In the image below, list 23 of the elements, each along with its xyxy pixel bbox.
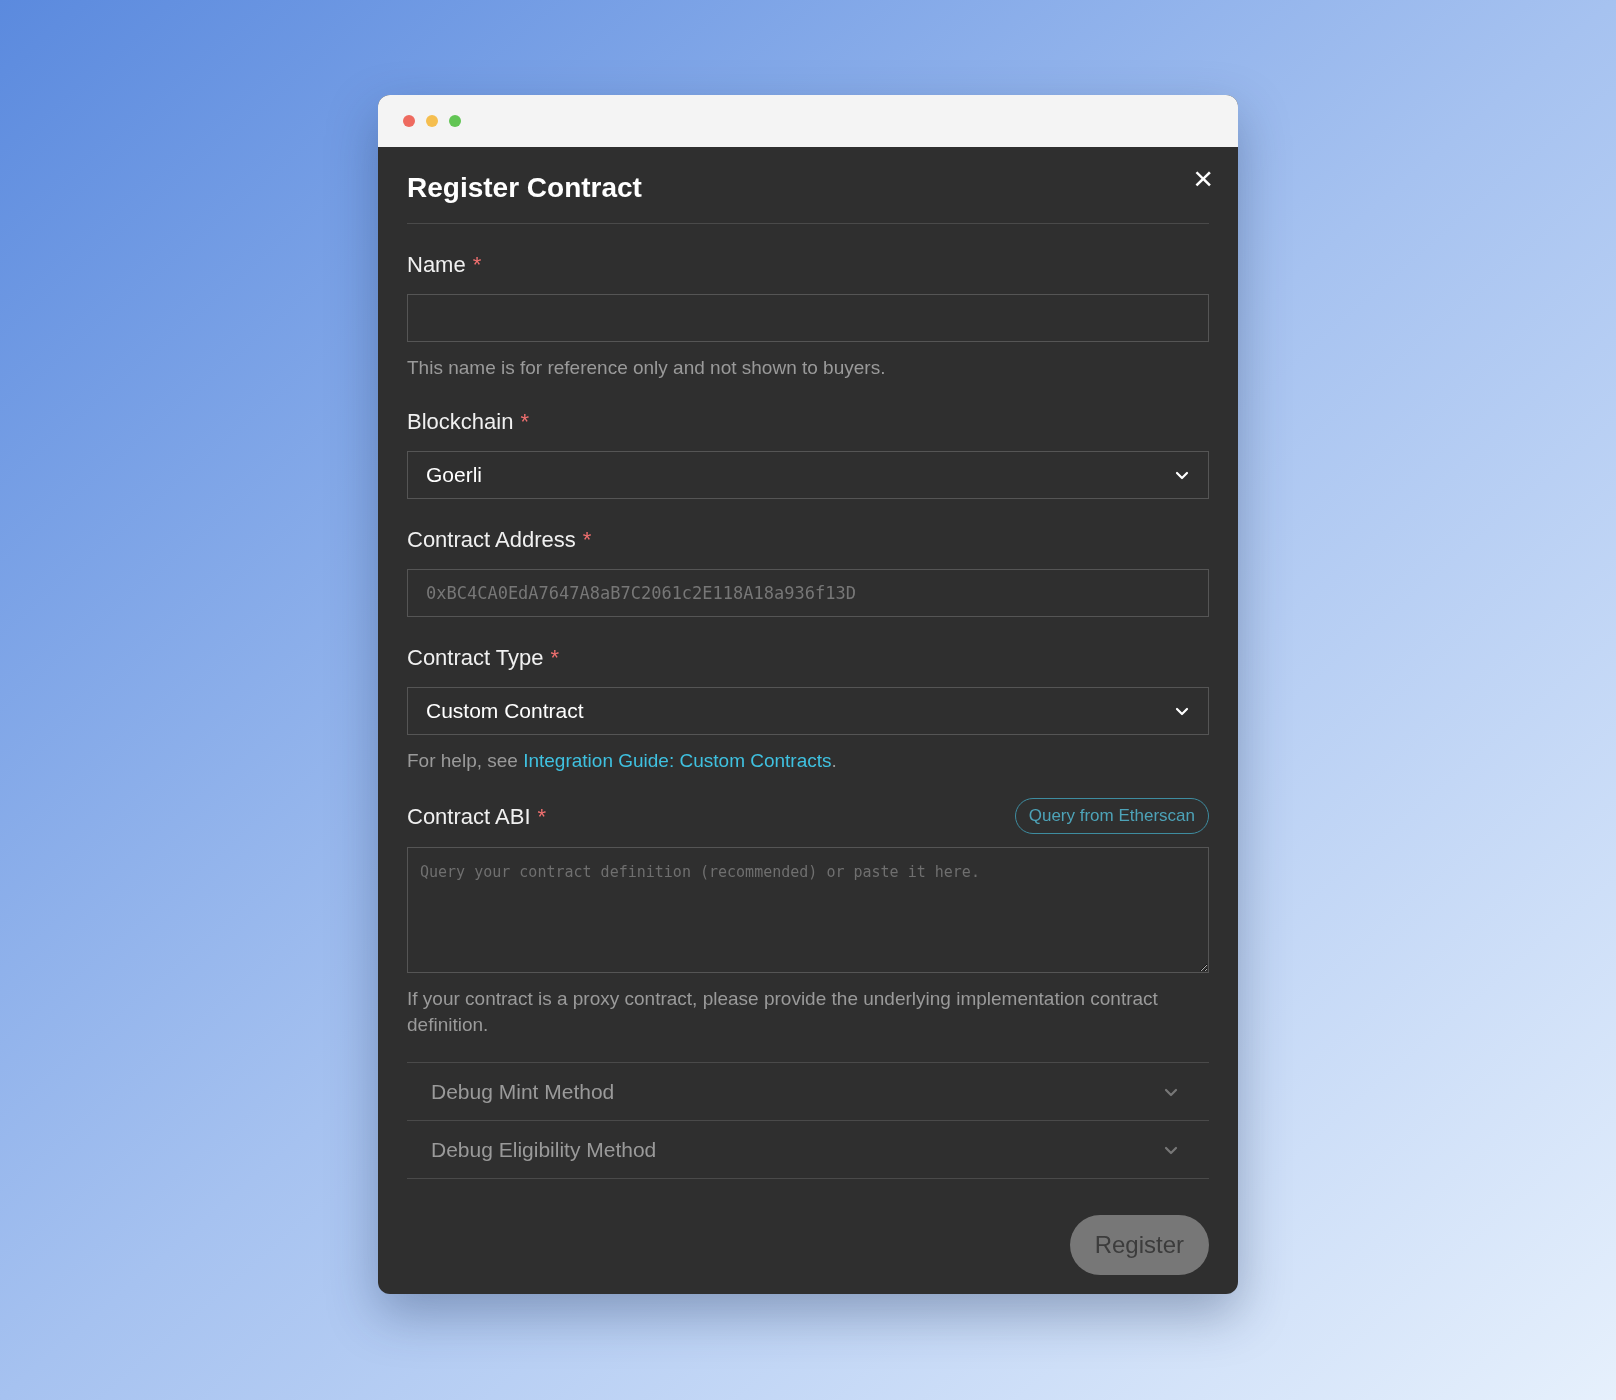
input-field[interactable]: 0xBC4CA0EdA7647A8aB7C2061c2E118A18a936f13D (407, 569, 1209, 617)
field-label: Contract Address (407, 526, 576, 554)
required-mark: * (520, 408, 529, 436)
required-mark: * (550, 644, 560, 672)
dialog-title: Register Contract (407, 171, 642, 205)
guide-link[interactable]: Integration Guide: Custom Contracts (523, 750, 832, 771)
accordion-header[interactable]: Debug Eligibility Method (407, 1121, 1209, 1179)
required-mark: * (537, 802, 547, 831)
input-field[interactable] (407, 294, 1209, 342)
text-area-field[interactable]: Query your contract definition (recommended) or paste it here. (407, 847, 1209, 973)
field-label: Name (407, 251, 466, 279)
help-text: If your contract is a proxy contract, please provide the underlying implementation contract definition. (407, 987, 1159, 1037)
accordion-header[interactable]: Debug Mint Method (407, 1063, 1209, 1121)
field-label: Contract ABI (407, 802, 531, 831)
required-mark: * (582, 526, 592, 554)
field-label: Blockchain (407, 408, 514, 436)
select-field[interactable]: Goerli (407, 451, 1209, 499)
close-button[interactable]: × (1193, 161, 1213, 195)
field-label: Contract Type (407, 644, 544, 672)
help-text: This name is for reference only and not shown to buyers. (407, 356, 887, 380)
help-text: For help, see Integration Guide: Custom Contracts. (407, 749, 838, 773)
required-mark: * (472, 251, 482, 279)
select-field[interactable]: Custom Contract (407, 687, 1209, 735)
